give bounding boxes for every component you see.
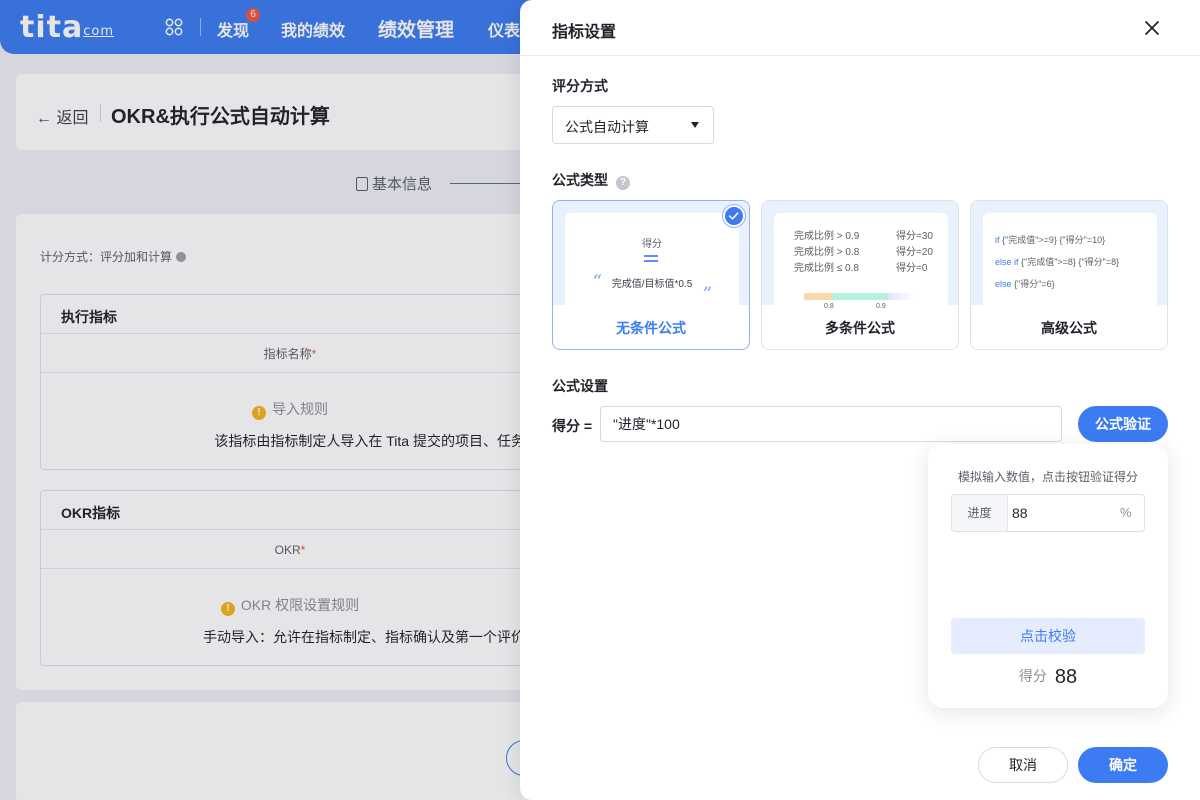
formula-input[interactable]: "进度"*100 xyxy=(600,406,1062,442)
caret-down-icon xyxy=(691,122,699,128)
percent-unit: % xyxy=(1120,505,1132,520)
equals-icon xyxy=(644,255,658,262)
close-icon[interactable] xyxy=(1142,18,1162,38)
preview-panel: 得分 完成值/目标值*0.5 “ ” xyxy=(565,213,739,305)
preview-formula: 完成值/目标值*0.5 xyxy=(611,279,693,290)
range-bar xyxy=(804,293,916,300)
preview-area: 完成比例 > 0.9 得分=30 完成比例 > 0.8 得分=20 完成比例 ≤ 0… xyxy=(762,201,958,310)
condition-row: 完成比例 ≤ 0.8 得分=0 xyxy=(794,259,944,274)
condition-score: 得分=20 xyxy=(896,247,933,258)
condition-score: 得分=0 xyxy=(896,263,928,274)
condition-row: 完成比例 > 0.9 得分=30 xyxy=(794,227,944,242)
formula-type-multi-condition[interactable]: 完成比例 > 0.9 得分=30 完成比例 > 0.8 得分=20 完成比例 ≤ 0… xyxy=(761,200,959,350)
check-icon xyxy=(723,205,745,227)
formula-type-unconditional[interactable]: 得分 完成值/目标值*0.5 “ ” 无条件公式 xyxy=(552,200,750,350)
check-button[interactable]: 点击校验 xyxy=(951,618,1145,654)
preview-panel: if {"完成值">=9} {"得分"=10} else if {"完成值">=… xyxy=(983,213,1157,305)
condition-row: 完成比例 > 0.8 得分=20 xyxy=(794,243,944,258)
close-quote-icon: ” xyxy=(703,283,713,302)
preview-score-label: 得分 xyxy=(642,239,662,250)
drawer-title: 指标设置 xyxy=(552,24,617,41)
condition-text: 完成比例 ≤ 0.8 xyxy=(794,263,859,274)
code-text: {"完成值">=9} {"得分"=10} xyxy=(999,235,1106,245)
preview-area: 得分 完成值/目标值*0.5 “ ” xyxy=(553,201,749,305)
condition-score: 得分=30 xyxy=(896,231,933,242)
preview-area: if {"完成值">=9} {"得分"=10} else if {"完成值">=… xyxy=(971,201,1167,305)
formula-settings-label: 公式设置 xyxy=(552,378,608,394)
drawer-header: 指标设置 xyxy=(520,0,1200,56)
preview-panel: 完成比例 > 0.9 得分=30 完成比例 > 0.8 得分=20 完成比例 ≤ 0… xyxy=(774,213,948,310)
verify-popover: 模拟输入数值，点击按钮验证得分 进度 88 % 点击校验 得分 88 xyxy=(928,444,1168,708)
code-line: if {"完成值">=9} {"得分"=10} xyxy=(995,233,1105,246)
code-line: else {"得分"=6} xyxy=(995,277,1055,290)
condition-text: 完成比例 > 0.8 xyxy=(794,247,860,258)
condition-text: 完成比例 > 0.9 xyxy=(794,231,860,242)
code-text: {"得分"=6} xyxy=(1011,279,1055,289)
scoring-method-value: 公式自动计算 xyxy=(565,119,649,135)
formula-prefix: 得分 = xyxy=(552,418,593,434)
code-keyword: else xyxy=(995,279,1012,289)
confirm-button[interactable]: 确定 xyxy=(1078,747,1168,783)
formula-verify-button[interactable]: 公式验证 xyxy=(1078,406,1168,442)
formula-type-label-text: 无条件公式 xyxy=(616,320,686,336)
indicator-settings-drawer: 指标设置 评分方式 公式自动计算 公式类型? 得分 完成值/目标值*0.5 “ … xyxy=(520,0,1200,800)
formula-type-label-text: 高级公式 xyxy=(1041,320,1097,336)
score-value: 88 xyxy=(1054,666,1078,688)
scoring-method-label: 评分方式 xyxy=(552,78,608,94)
score-label: 得分 xyxy=(1018,668,1047,684)
progress-value[interactable]: 88 xyxy=(1012,495,1028,531)
score-result: 得分 88 xyxy=(928,666,1168,689)
formula-type-advanced[interactable]: if {"完成值">=9} {"得分"=10} else if {"完成值">=… xyxy=(970,200,1168,350)
formula-type-text: 公式类型 xyxy=(552,172,608,188)
cancel-button[interactable]: 取消 xyxy=(978,747,1068,783)
code-text: {"完成值">=8} {"得分"=8} xyxy=(1018,257,1120,267)
formula-type-label: 公式类型? xyxy=(552,170,630,190)
code-keyword: else if xyxy=(995,257,1019,267)
progress-addon-label: 进度 xyxy=(952,495,1008,531)
formula-type-label-text: 多条件公式 xyxy=(825,320,895,336)
verify-hint: 模拟输入数值，点击按钮验证得分 xyxy=(957,470,1138,484)
scoring-method-select[interactable]: 公式自动计算 xyxy=(552,106,714,144)
open-quote-icon: “ xyxy=(593,271,603,290)
help-icon[interactable]: ? xyxy=(616,176,630,190)
code-line: else if {"完成值">=8} {"得分"=8} xyxy=(995,255,1119,268)
progress-input[interactable]: 进度 88 % xyxy=(951,494,1145,532)
